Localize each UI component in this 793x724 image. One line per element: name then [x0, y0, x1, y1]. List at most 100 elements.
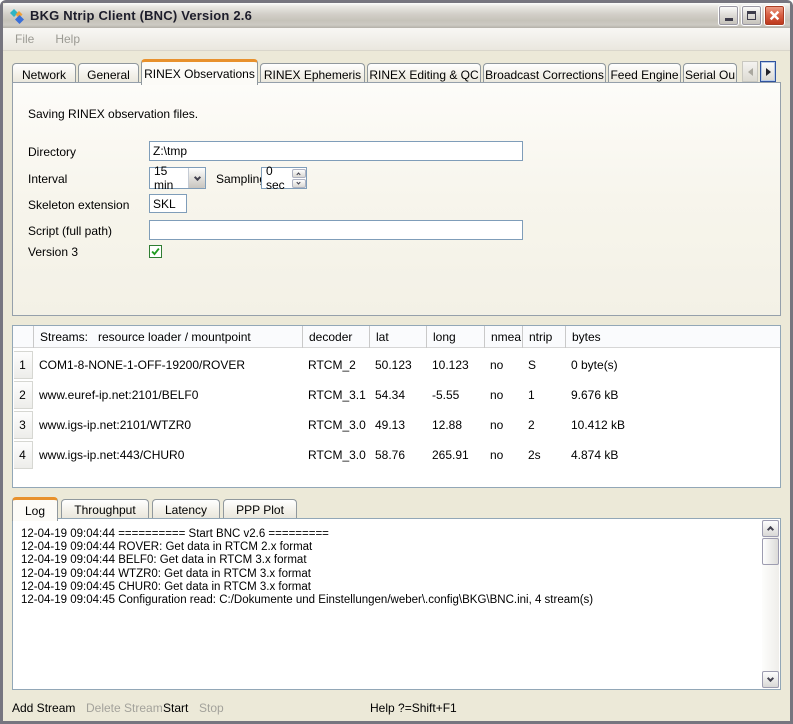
cell-decoder: RTCM_3.0: [302, 418, 369, 432]
tab-scroll-right-button[interactable]: [760, 61, 776, 82]
row-number[interactable]: 2: [14, 381, 33, 409]
tab-label: Serial Ou: [685, 68, 735, 82]
cell-nmea: no: [484, 418, 522, 432]
cell-long: 265.91: [426, 448, 484, 462]
cell-lat: 49.13: [369, 418, 426, 432]
rinex-observations-panel: Saving RINEX observation files. Director…: [12, 82, 781, 316]
log-tabbar: Log Throughput Latency PPP Plot: [12, 495, 512, 520]
cell-lat: 54.34: [369, 388, 426, 402]
scroll-up-button[interactable]: [762, 520, 779, 537]
streams-table: Streams: resource loader / mountpoint de…: [12, 325, 781, 488]
log-panel: 12-04-19 09:04:44 ========== Start BNC v…: [12, 518, 781, 690]
table-row[interactable]: 3 www.igs-ip.net:2101/WTZR0 RTCM_3.0 49.…: [13, 410, 780, 440]
delete-stream-button[interactable]: Delete Stream: [86, 701, 163, 715]
tab-ppp-plot[interactable]: PPP Plot: [223, 499, 297, 520]
tab-rinex-observations[interactable]: RINEX Observations: [141, 59, 258, 85]
dropdown-arrow-button[interactable]: [188, 168, 205, 188]
sampling-label: Sampling: [216, 172, 266, 186]
table-row[interactable]: 2 www.euref-ip.net:2101/BELF0 RTCM_3.1 5…: [13, 380, 780, 410]
log-line: 12-04-19 09:04:45 Configuration read: C:…: [21, 594, 752, 607]
close-button[interactable]: [764, 5, 785, 26]
skeleton-extension-input[interactable]: [149, 194, 187, 213]
menubar: File Help: [3, 28, 790, 51]
minimize-button[interactable]: [718, 5, 739, 26]
interval-value: 15 min: [150, 168, 188, 188]
menu-help[interactable]: Help: [46, 29, 89, 49]
cell-decoder: RTCM_2: [302, 358, 369, 372]
arrow-left-icon: [748, 68, 753, 76]
log-line: 12-04-19 09:04:44 ========== Start BNC v…: [21, 528, 752, 541]
start-button[interactable]: Start: [163, 701, 188, 715]
row-number[interactable]: 1: [14, 351, 33, 379]
window-body: BKG Ntrip Client (BNC) Version 2.6 File …: [3, 3, 790, 721]
cell-ntrip: 1: [522, 388, 565, 402]
log-line: 12-04-19 09:04:44 BELF0: Get data in RTC…: [21, 554, 752, 567]
tab-label: Latency: [165, 503, 207, 517]
cell-decoder: RTCM_3.1: [302, 388, 369, 402]
scroll-down-button[interactable]: [762, 671, 779, 688]
bottom-bar: Add Stream Delete Stream Start Stop Help…: [3, 701, 790, 721]
header-bytes: bytes: [565, 326, 780, 348]
tab-scroll-left-button[interactable]: [742, 61, 758, 82]
directory-input[interactable]: [149, 141, 523, 161]
log-scrollbar[interactable]: [762, 520, 779, 688]
cell-mountpoint: COM1-8-NONE-1-OFF-19200/ROVER: [33, 358, 302, 372]
tab-log[interactable]: Log: [12, 497, 58, 521]
cell-bytes: 0 byte(s): [565, 358, 618, 372]
script-input[interactable]: [149, 220, 523, 240]
table-row[interactable]: 1 COM1-8-NONE-1-OFF-19200/ROVER RTCM_2 5…: [13, 350, 780, 380]
interval-label: Interval: [28, 172, 67, 186]
stop-button[interactable]: Stop: [199, 701, 224, 715]
sampling-spinner[interactable]: 0 sec: [261, 167, 307, 189]
cell-bytes: 9.676 kB: [565, 388, 618, 402]
window-title: BKG Ntrip Client (BNC) Version 2.6: [30, 8, 252, 23]
row-number[interactable]: 3: [14, 411, 33, 439]
tab-label: General: [87, 68, 130, 82]
cell-mountpoint: www.igs-ip.net:2101/WTZR0: [33, 418, 302, 432]
chevron-up-icon: [296, 172, 300, 176]
tab-label: RINEX Observations: [144, 67, 255, 81]
scrollbar-thumb[interactable]: [762, 538, 779, 565]
tab-label: Throughput: [74, 503, 135, 517]
chevron-up-icon: [767, 526, 774, 533]
cell-ntrip: 2: [522, 418, 565, 432]
tab-label: Log: [25, 504, 45, 518]
maximize-icon: [747, 11, 756, 20]
header-mountpoint: Streams: resource loader / mountpoint: [33, 326, 302, 348]
cell-nmea: no: [484, 358, 522, 372]
check-icon: [150, 245, 161, 258]
cell-decoder: RTCM_3.0: [302, 448, 369, 462]
cell-long: 10.123: [426, 358, 484, 372]
tab-latency[interactable]: Latency: [152, 499, 220, 520]
cell-bytes: 4.874 kB: [565, 448, 618, 462]
cell-lat: 58.76: [369, 448, 426, 462]
tab-label: RINEX Editing & QC: [369, 68, 478, 82]
tab-label: RINEX Ephemeris: [264, 68, 361, 82]
cell-ntrip: S: [522, 358, 565, 372]
version3-checkbox[interactable]: [149, 245, 162, 258]
sampling-value: 0 sec: [262, 168, 291, 188]
spin-up-button[interactable]: [292, 169, 306, 178]
tab-throughput[interactable]: Throughput: [61, 499, 149, 520]
log-line: 12-04-19 09:04:45 CHUR0: Get data in RTC…: [21, 581, 752, 594]
header-ntrip: ntrip: [522, 326, 565, 348]
titlebar[interactable]: BKG Ntrip Client (BNC) Version 2.6: [3, 3, 790, 28]
cell-long: 12.88: [426, 418, 484, 432]
maximize-button[interactable]: [741, 5, 762, 26]
menu-file[interactable]: File: [6, 29, 43, 49]
log-output: 12-04-19 09:04:44 ========== Start BNC v…: [21, 528, 752, 607]
log-line: 12-04-19 09:04:44 WTZR0: Get data in RTC…: [21, 568, 752, 581]
row-number[interactable]: 4: [14, 441, 33, 469]
interval-dropdown[interactable]: 15 min: [149, 167, 206, 189]
tab-label: Network: [22, 68, 66, 82]
help-hint: Help ?=Shift+F1: [370, 701, 457, 715]
app-icon: [9, 8, 25, 24]
tab-label: Broadcast Corrections: [485, 68, 604, 82]
tab-label: Feed Engine: [610, 68, 678, 82]
streams-table-header: Streams: resource loader / mountpoint de…: [13, 326, 780, 348]
add-stream-button[interactable]: Add Stream: [12, 701, 75, 715]
spin-down-button[interactable]: [292, 179, 306, 188]
table-row[interactable]: 4 www.igs-ip.net:443/CHUR0 RTCM_3.0 58.7…: [13, 440, 780, 470]
close-icon: [769, 10, 780, 21]
header-nmea: nmea: [484, 326, 522, 348]
